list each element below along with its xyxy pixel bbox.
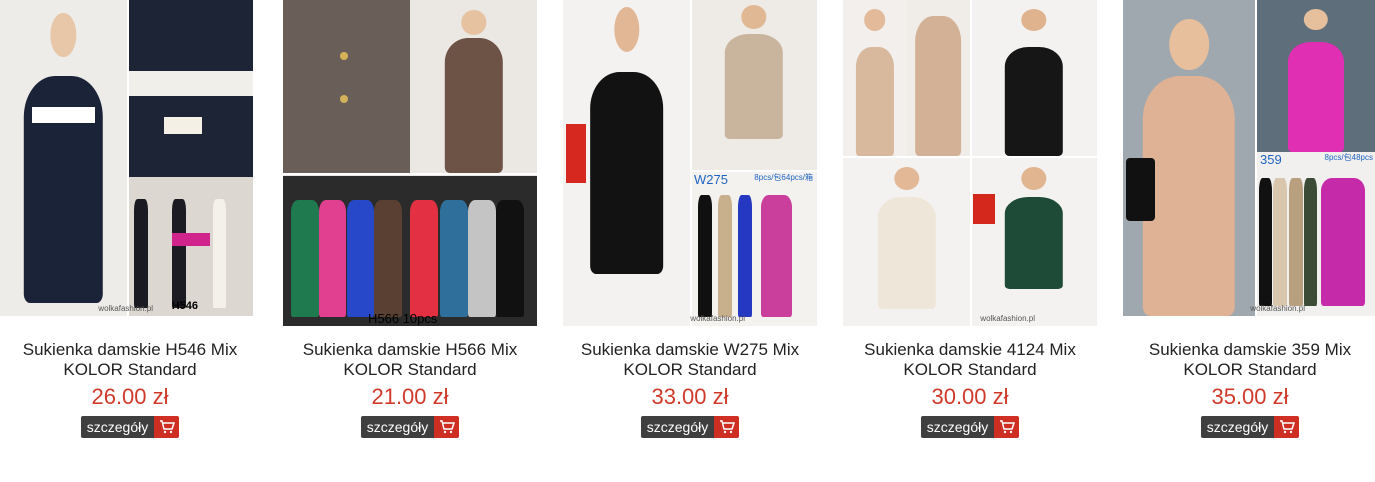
- product-actions: szczegóły: [920, 416, 1020, 438]
- product-actions: szczegóły: [640, 416, 740, 438]
- product-title[interactable]: Sukienka damskie 359 Mix KOLOR Standard: [1120, 340, 1375, 380]
- product-price: 33.00 zł: [651, 384, 729, 409]
- cart-icon: [999, 420, 1015, 434]
- image-code: H546: [171, 300, 198, 312]
- cart-icon: [1279, 420, 1295, 434]
- watermark: wolkafashion.pl: [690, 314, 745, 323]
- cart-icon: [439, 420, 455, 434]
- product-card: H546 wolkafashion.pl Sukienka damskie H5…: [0, 0, 260, 438]
- product-price: 35.00 zł: [1211, 384, 1289, 409]
- image-code: W275: [694, 172, 728, 187]
- product-price: 21.00 zł: [371, 384, 449, 409]
- product-price: 30.00 zł: [931, 384, 1009, 409]
- cart-icon: [719, 420, 735, 434]
- product-image[interactable]: wolkafashion.pl: [843, 0, 1097, 326]
- product-image[interactable]: 359 8pcs/包48pcs wolkafashion.pl: [1123, 0, 1375, 316]
- product-actions: szczegóły: [80, 416, 180, 438]
- product-title[interactable]: Sukienka damskie H566 Mix KOLOR Standard: [280, 340, 540, 380]
- product-card: 359 8pcs/包48pcs wolkafashion.pl Sukienka…: [1120, 0, 1375, 438]
- add-to-cart-button[interactable]: [994, 416, 1020, 438]
- add-to-cart-button[interactable]: [434, 416, 460, 438]
- details-button[interactable]: szczegóły: [920, 416, 995, 438]
- product-actions: szczegóły: [360, 416, 460, 438]
- details-button[interactable]: szczegóły: [640, 416, 715, 438]
- add-to-cart-button[interactable]: [714, 416, 740, 438]
- product-card: H566 10pcs Sukienka damskie H566 Mix KOL…: [280, 0, 540, 438]
- watermark: wolkafashion.pl: [980, 314, 1035, 323]
- add-to-cart-button[interactable]: [154, 416, 180, 438]
- cart-icon: [159, 420, 175, 434]
- watermark: wolkafashion.pl: [1250, 304, 1305, 313]
- product-card: W275 8pcs/包64pcs/箱 wolkafashion.pl Sukie…: [560, 0, 820, 438]
- watermark: wolkafashion.pl: [98, 304, 153, 313]
- product-image[interactable]: W275 8pcs/包64pcs/箱 wolkafashion.pl: [563, 0, 817, 326]
- product-actions: szczegóły: [1200, 416, 1300, 438]
- image-code: 359: [1260, 152, 1282, 167]
- product-title[interactable]: Sukienka damskie H546 Mix KOLOR Standard: [0, 340, 260, 380]
- pack-text: 8pcs/包48pcs: [1324, 153, 1373, 162]
- details-button[interactable]: szczegóły: [80, 416, 155, 438]
- details-button[interactable]: szczegóły: [1200, 416, 1275, 438]
- pack-text: 8pcs/包64pcs/箱: [754, 173, 813, 182]
- product-image[interactable]: H546 wolkafashion.pl: [0, 0, 253, 316]
- product-price: 26.00 zł: [91, 384, 169, 409]
- product-image[interactable]: H566 10pcs: [283, 0, 537, 326]
- product-grid: H546 wolkafashion.pl Sukienka damskie H5…: [0, 0, 1375, 482]
- product-title[interactable]: Sukienka damskie W275 Mix KOLOR Standard: [560, 340, 820, 380]
- details-button[interactable]: szczegóły: [360, 416, 435, 438]
- product-title[interactable]: Sukienka damskie 4124 Mix KOLOR Standard: [840, 340, 1100, 380]
- product-card: wolkafashion.pl Sukienka damskie 4124 Mi…: [840, 0, 1100, 438]
- image-code: H566 10pcs: [368, 311, 438, 326]
- add-to-cart-button[interactable]: [1274, 416, 1300, 438]
